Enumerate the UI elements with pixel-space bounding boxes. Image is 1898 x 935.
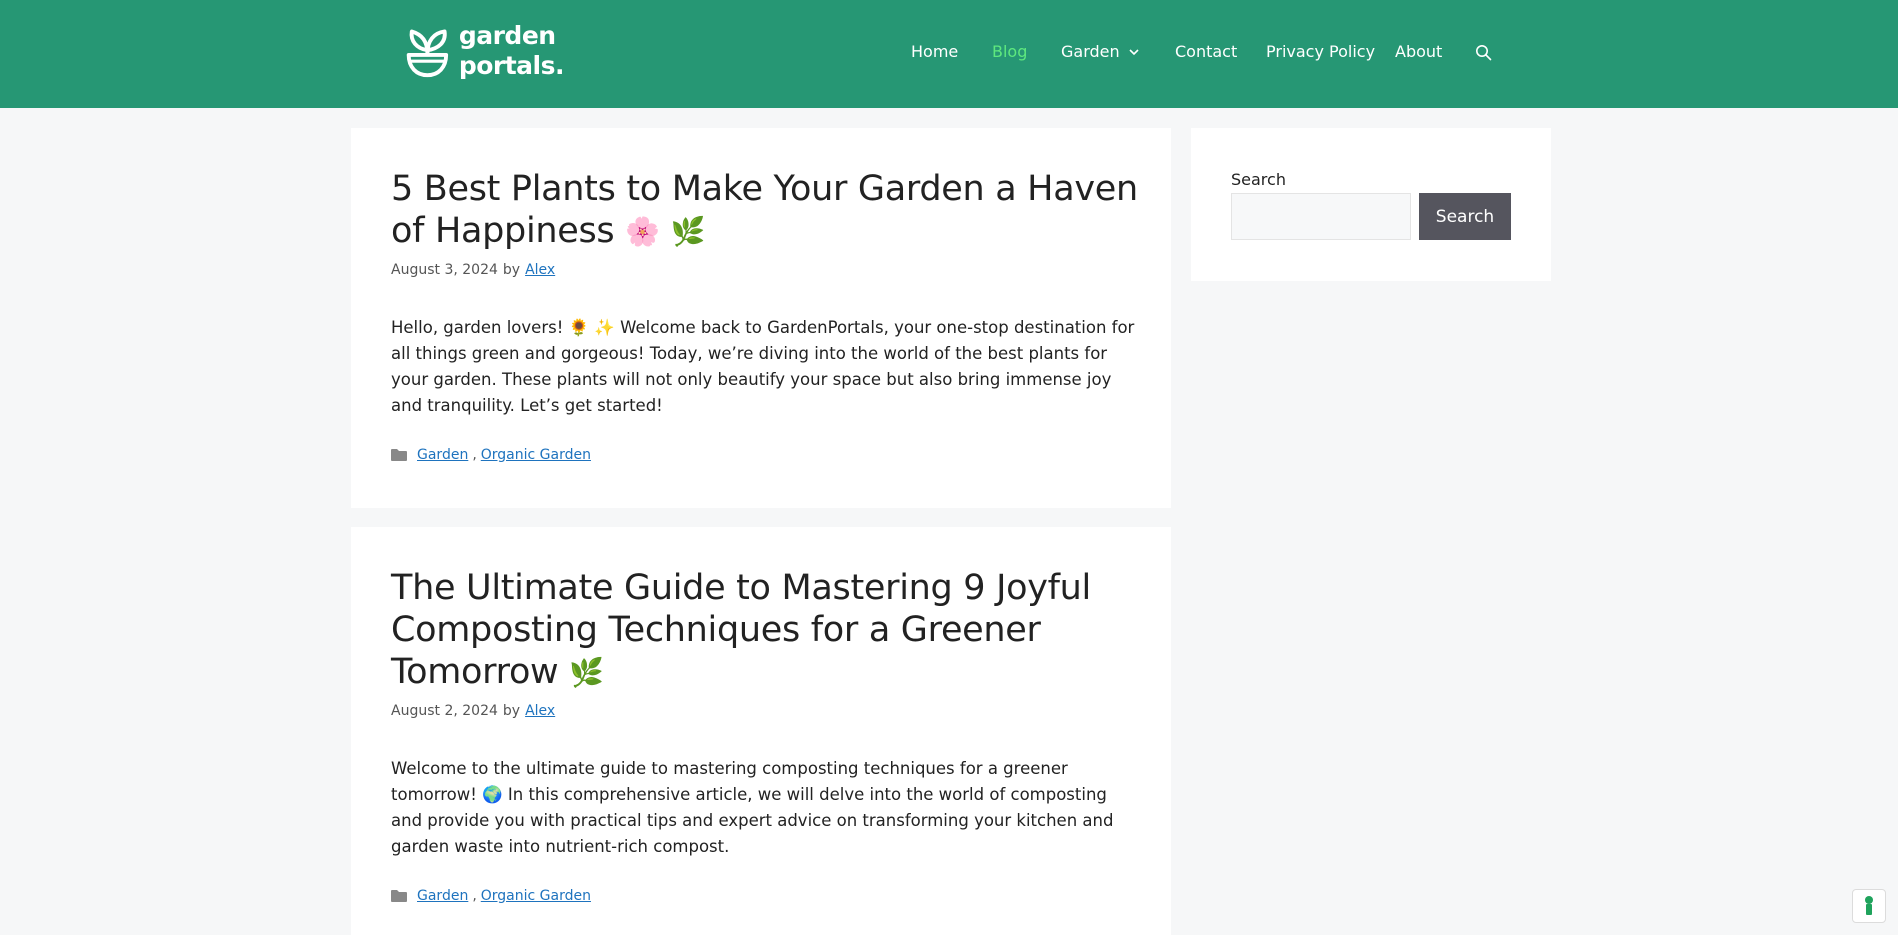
- chevron-down-icon: [1129, 48, 1139, 55]
- post-excerpt: Welcome to the ultimate guide to masteri…: [391, 759, 1114, 856]
- nav-item-about[interactable]: About: [1395, 42, 1442, 61]
- post-title-text: 5 Best Plants to Make Your Garden a Have…: [391, 169, 1138, 251]
- privacy-badge[interactable]: [1852, 889, 1886, 923]
- site-logo[interactable]: garden portals.: [404, 16, 565, 86]
- nav-item-privacy-policy[interactable]: Privacy Policy: [1266, 42, 1375, 61]
- search-icon: [1476, 45, 1492, 61]
- post-date: August 3, 2024: [391, 262, 498, 278]
- search-label: Search: [1231, 170, 1286, 189]
- herb-emoji-icon: 🌿: [569, 656, 604, 689]
- post-title[interactable]: 5 Best Plants to Make Your Garden a Have…: [391, 168, 1151, 253]
- post-by: by: [502, 262, 521, 278]
- post-date: August 2, 2024: [391, 703, 498, 719]
- post-categories: Garden, Organic Garden: [391, 447, 591, 463]
- post-by: by: [502, 703, 521, 719]
- category-separator: ,: [472, 888, 477, 904]
- folder-icon: [391, 890, 407, 902]
- category-link-organic-garden[interactable]: Organic Garden: [481, 447, 591, 463]
- post-title-text: The Ultimate Guide to Mastering 9 Joyful…: [391, 568, 1091, 692]
- post-author-link[interactable]: Alex: [525, 703, 555, 719]
- post-categories: Garden, Organic Garden: [391, 888, 591, 904]
- herb-emoji-icon: 🌿: [670, 215, 706, 248]
- post-excerpt: Hello, garden lovers! 🌻 ✨ Welcome back t…: [391, 318, 1135, 415]
- category-link-garden[interactable]: Garden: [417, 888, 468, 904]
- nav-item-garden[interactable]: Garden: [1061, 42, 1140, 61]
- logo-line-2: portals.: [458, 51, 565, 80]
- logo-wordmark: garden portals.: [458, 21, 565, 81]
- folder-icon: [391, 449, 407, 461]
- post-card: 5 Best Plants to Make Your Garden a Have…: [351, 128, 1171, 508]
- search-input[interactable]: [1231, 193, 1411, 240]
- privacy-badge-icon: [1865, 896, 1873, 915]
- nav-search-button[interactable]: [1475, 44, 1492, 61]
- nav-item-blog[interactable]: Blog: [992, 42, 1027, 61]
- category-link-organic-garden[interactable]: Organic Garden: [481, 888, 591, 904]
- category-link-garden[interactable]: Garden: [417, 447, 468, 463]
- post-meta: August 3, 2024 by Alex: [391, 262, 555, 278]
- site-header: garden portals. Home Blog Garden Contact…: [0, 0, 1898, 108]
- search-button[interactable]: Search: [1419, 193, 1511, 240]
- logo-line-1: garden: [458, 21, 556, 50]
- sprout-pot-logo-icon: [406, 29, 449, 78]
- nav-item-contact[interactable]: Contact: [1175, 42, 1237, 61]
- post-title[interactable]: The Ultimate Guide to Mastering 9 Joyful…: [391, 567, 1151, 694]
- sidebar-search-widget: Search Search: [1191, 128, 1551, 281]
- post-meta: August 2, 2024 by Alex: [391, 703, 555, 719]
- post-author-link[interactable]: Alex: [525, 262, 555, 278]
- category-separator: ,: [472, 447, 477, 463]
- nav-item-garden-label: Garden: [1061, 42, 1120, 61]
- nav-item-home[interactable]: Home: [911, 42, 958, 61]
- post-card: The Ultimate Guide to Mastering 9 Joyful…: [351, 527, 1171, 935]
- flower-emoji-icon: 🌸: [625, 215, 660, 248]
